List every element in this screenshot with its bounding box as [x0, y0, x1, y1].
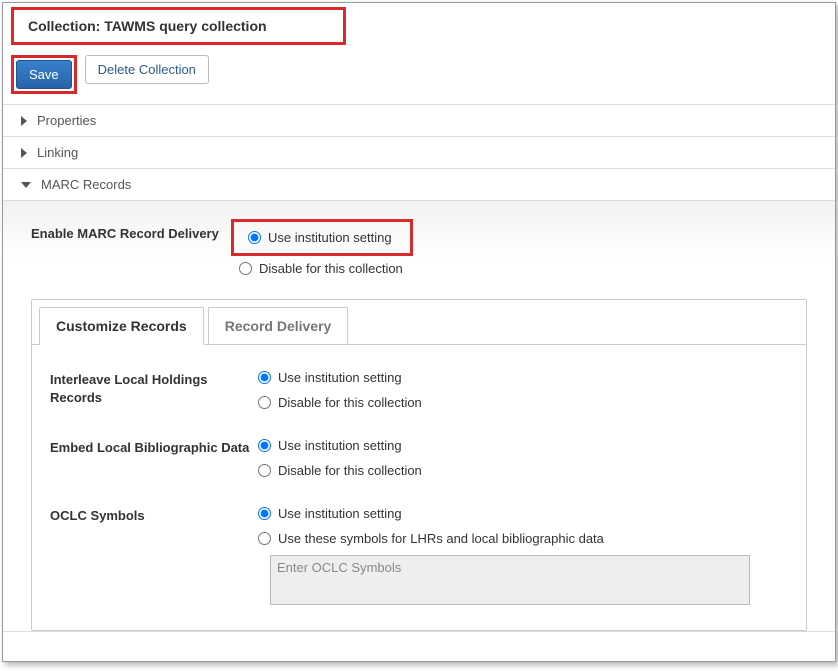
tab-customize-records[interactable]: Customize Records	[39, 307, 204, 345]
save-button[interactable]: Save	[16, 60, 72, 89]
collection-title: Collection: TAWMS query collection	[28, 18, 267, 34]
embed-setting: Embed Local Bibliographic Data Use insti…	[50, 433, 788, 483]
interleave-setting: Interleave Local Holdings Records Use in…	[50, 365, 788, 415]
radio-option: Use these symbols for LHRs and local bib…	[250, 526, 788, 551]
action-button-row: Save Delete Collection	[3, 51, 835, 104]
radio-disable-collection[interactable]	[239, 262, 252, 275]
radio-oclc-custom[interactable]	[258, 532, 271, 545]
oclc-symbols-textarea[interactable]	[270, 555, 750, 605]
radio-oclc-institution[interactable]	[258, 507, 271, 520]
chevron-down-icon	[21, 182, 31, 188]
accordion-properties: Properties	[3, 105, 835, 137]
radio-option: Disable for this collection	[250, 458, 788, 483]
customize-records-body: Interleave Local Holdings Records Use in…	[32, 344, 806, 630]
radio-label: Use institution setting	[278, 506, 402, 521]
accordion-header-properties[interactable]: Properties	[3, 105, 835, 136]
radio-label: Disable for this collection	[278, 395, 422, 410]
radio-interleave-institution[interactable]	[258, 371, 271, 384]
embed-label: Embed Local Bibliographic Data	[50, 433, 250, 457]
marc-delivery-highlight: Use institution setting	[231, 219, 413, 256]
chevron-right-icon	[21, 116, 27, 126]
radio-label: Use institution setting	[268, 230, 392, 245]
marc-records-panel: Enable MARC Record Delivery Use institut…	[3, 200, 835, 631]
radio-label: Disable for this collection	[259, 261, 403, 276]
radio-option: Disable for this collection	[250, 390, 788, 415]
accordion-label: Linking	[37, 145, 78, 160]
marc-delivery-options: Use institution setting Disable for this…	[231, 219, 807, 281]
collection-title-highlight: Collection: TAWMS query collection	[11, 7, 346, 45]
embed-options: Use institution setting Disable for this…	[250, 433, 788, 483]
radio-label: Disable for this collection	[278, 463, 422, 478]
accordion-header-marc[interactable]: MARC Records	[3, 169, 835, 200]
radio-interleave-disable[interactable]	[258, 396, 271, 409]
radio-use-institution[interactable]	[248, 231, 261, 244]
records-tabs: Customize Records Record Delivery Interl…	[31, 299, 807, 631]
oclc-symbols-options: Use institution setting Use these symbol…	[250, 501, 788, 608]
radio-option: Use institution setting	[250, 365, 788, 390]
oclc-symbols-label: OCLC Symbols	[50, 501, 250, 525]
radio-option: Use institution setting	[250, 433, 788, 458]
delete-collection-button[interactable]: Delete Collection	[85, 55, 209, 84]
accordion-label: Properties	[37, 113, 96, 128]
marc-delivery-label: Enable MARC Record Delivery	[31, 219, 231, 243]
save-button-highlight: Save	[11, 55, 77, 94]
chevron-right-icon	[21, 148, 27, 158]
settings-accordion: Properties Linking MARC Records Enable M…	[3, 104, 835, 632]
radio-label: Use institution setting	[278, 438, 402, 453]
accordion-linking: Linking	[3, 137, 835, 169]
accordion-label: MARC Records	[41, 177, 131, 192]
marc-delivery-setting: Enable MARC Record Delivery Use institut…	[31, 219, 807, 281]
radio-option: Disable for this collection	[231, 256, 807, 281]
radio-label: Use institution setting	[278, 370, 402, 385]
interleave-options: Use institution setting Disable for this…	[250, 365, 788, 415]
radio-label: Use these symbols for LHRs and local bib…	[278, 531, 604, 546]
radio-option: Use institution setting	[240, 225, 400, 250]
interleave-label: Interleave Local Holdings Records	[50, 365, 250, 406]
accordion-marc-records: MARC Records Enable MARC Record Delivery…	[3, 169, 835, 632]
accordion-header-linking[interactable]: Linking	[3, 137, 835, 168]
tabs-header: Customize Records Record Delivery	[32, 300, 806, 344]
radio-embed-disable[interactable]	[258, 464, 271, 477]
oclc-symbols-setting: OCLC Symbols Use institution setting Use…	[50, 501, 788, 608]
tab-record-delivery[interactable]: Record Delivery	[208, 307, 349, 344]
radio-option: Use institution setting	[250, 501, 788, 526]
radio-embed-institution[interactable]	[258, 439, 271, 452]
